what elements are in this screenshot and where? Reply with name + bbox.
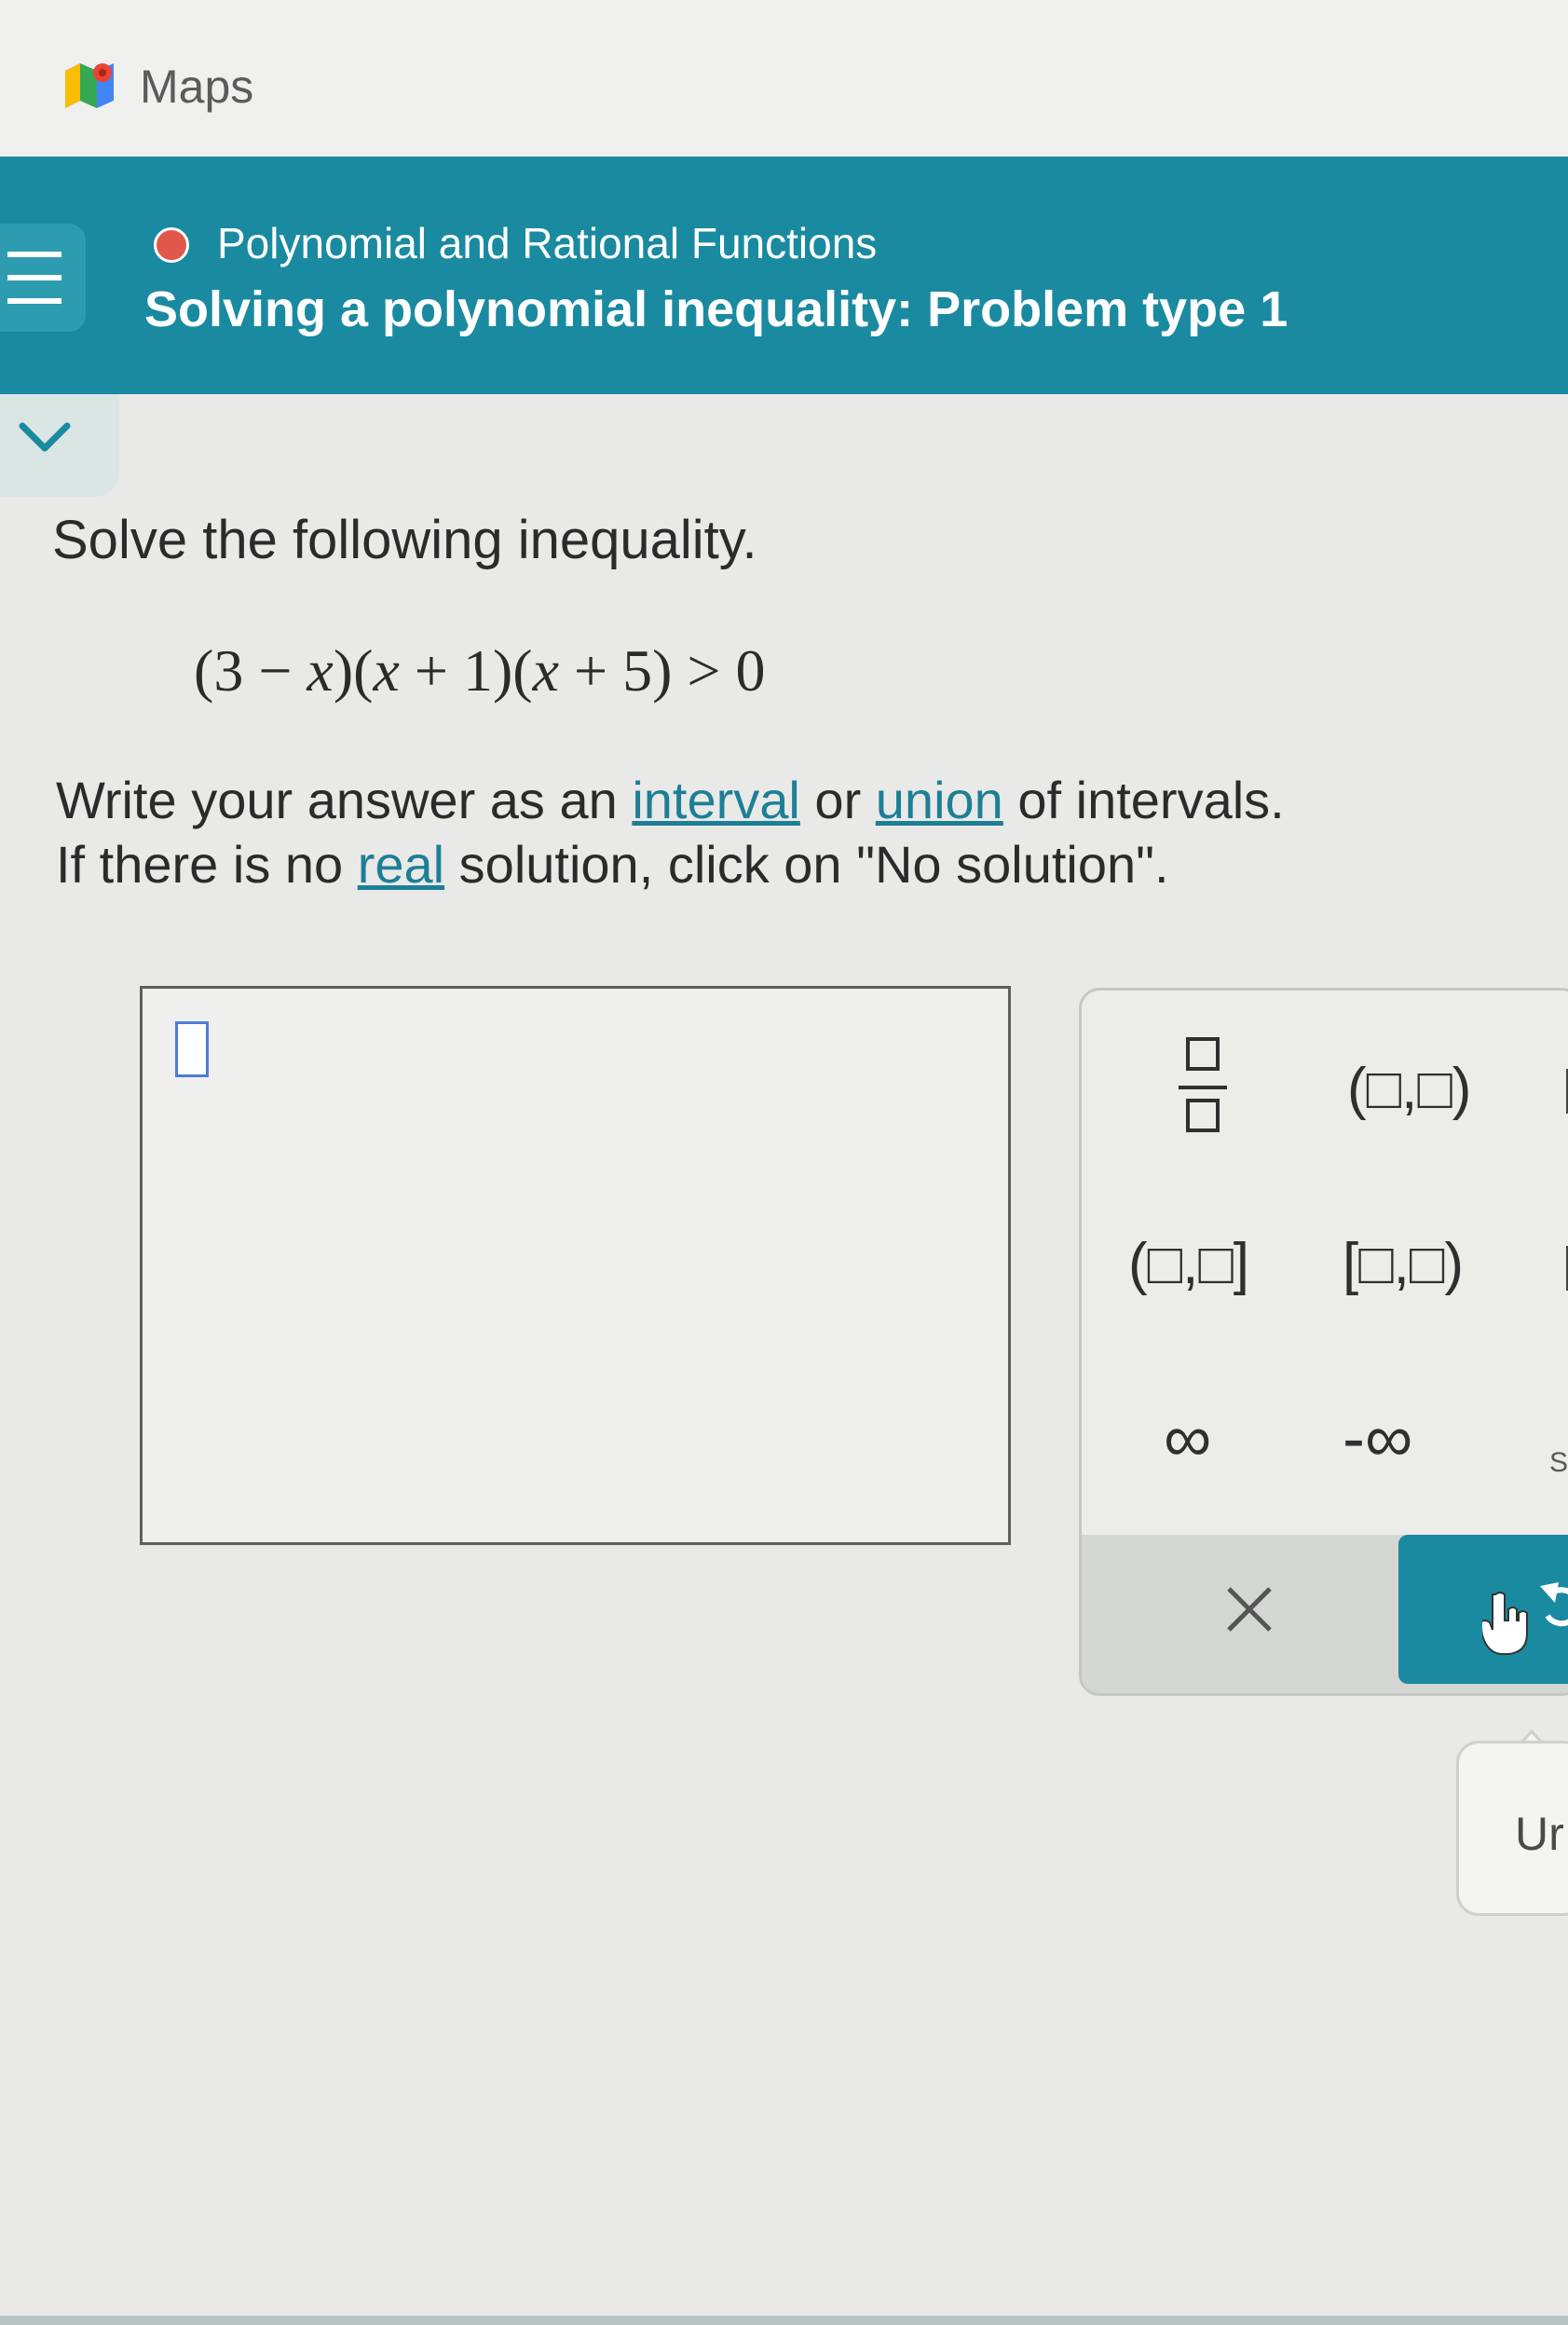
union-link[interactable]: union	[876, 771, 1003, 829]
bottom-edge	[0, 2316, 1568, 2325]
open-closed-interval-button[interactable]: (□,□]	[1128, 1231, 1249, 1297]
top-bar: Maps	[0, 0, 1568, 157]
input-placeholder-box[interactable]	[175, 1021, 209, 1077]
interval-link[interactable]: interval	[632, 771, 800, 829]
no-solution-button[interactable]: S	[1549, 1447, 1568, 1479]
open-open-interval-button[interactable]: (□,□)	[1347, 1056, 1471, 1122]
close-icon	[1227, 1587, 1272, 1632]
math-keypad: (□,□) (□,□] [□,□) ∞ -∞ S	[1079, 988, 1568, 1696]
hand-pointer-icon	[1482, 1592, 1528, 1655]
hamburger-menu-icon	[7, 252, 61, 257]
app-label[interactable]: Maps	[140, 60, 253, 114]
fraction-button[interactable]	[1175, 1037, 1231, 1140]
topic-label: Polynomial and Rational Functions	[217, 219, 878, 267]
fraction-icon	[1186, 1037, 1220, 1071]
lesson-header: Polynomial and Rational Functions Solvin…	[0, 157, 1568, 394]
chevron-down-icon	[19, 422, 71, 452]
keypad-action-row	[1082, 1535, 1568, 1693]
page-title: Solving a polynomial inequality: Problem…	[144, 281, 1288, 337]
answer-input[interactable]	[140, 986, 1011, 1545]
instructions-line-2: If there is no real solution, click on "…	[56, 835, 1169, 894]
menu-button[interactable]	[0, 224, 86, 332]
negative-infinity-button[interactable]: -∞	[1343, 1401, 1412, 1477]
instructions-line-1: Write your answer as an interval or unio…	[56, 771, 1285, 829]
clear-button[interactable]	[1082, 1535, 1389, 1684]
undo-tooltip: Ur	[1456, 1741, 1568, 1916]
maps-icon[interactable]	[61, 58, 117, 114]
status-dot	[154, 227, 189, 263]
real-link[interactable]: real	[358, 835, 444, 894]
infinity-button[interactable]: ∞	[1164, 1401, 1211, 1477]
closed-open-interval-button[interactable]: [□,□)	[1343, 1231, 1464, 1297]
collapse-button[interactable]	[0, 394, 119, 497]
undo-icon	[1540, 1582, 1568, 1627]
undo-button[interactable]	[1398, 1535, 1568, 1684]
inequality-equation: (3 − x)(x + 1)(x + 5) > 0	[194, 637, 766, 704]
tooltip-text: Ur	[1515, 1808, 1564, 1860]
problem-prompt: Solve the following inequality.	[52, 510, 757, 570]
